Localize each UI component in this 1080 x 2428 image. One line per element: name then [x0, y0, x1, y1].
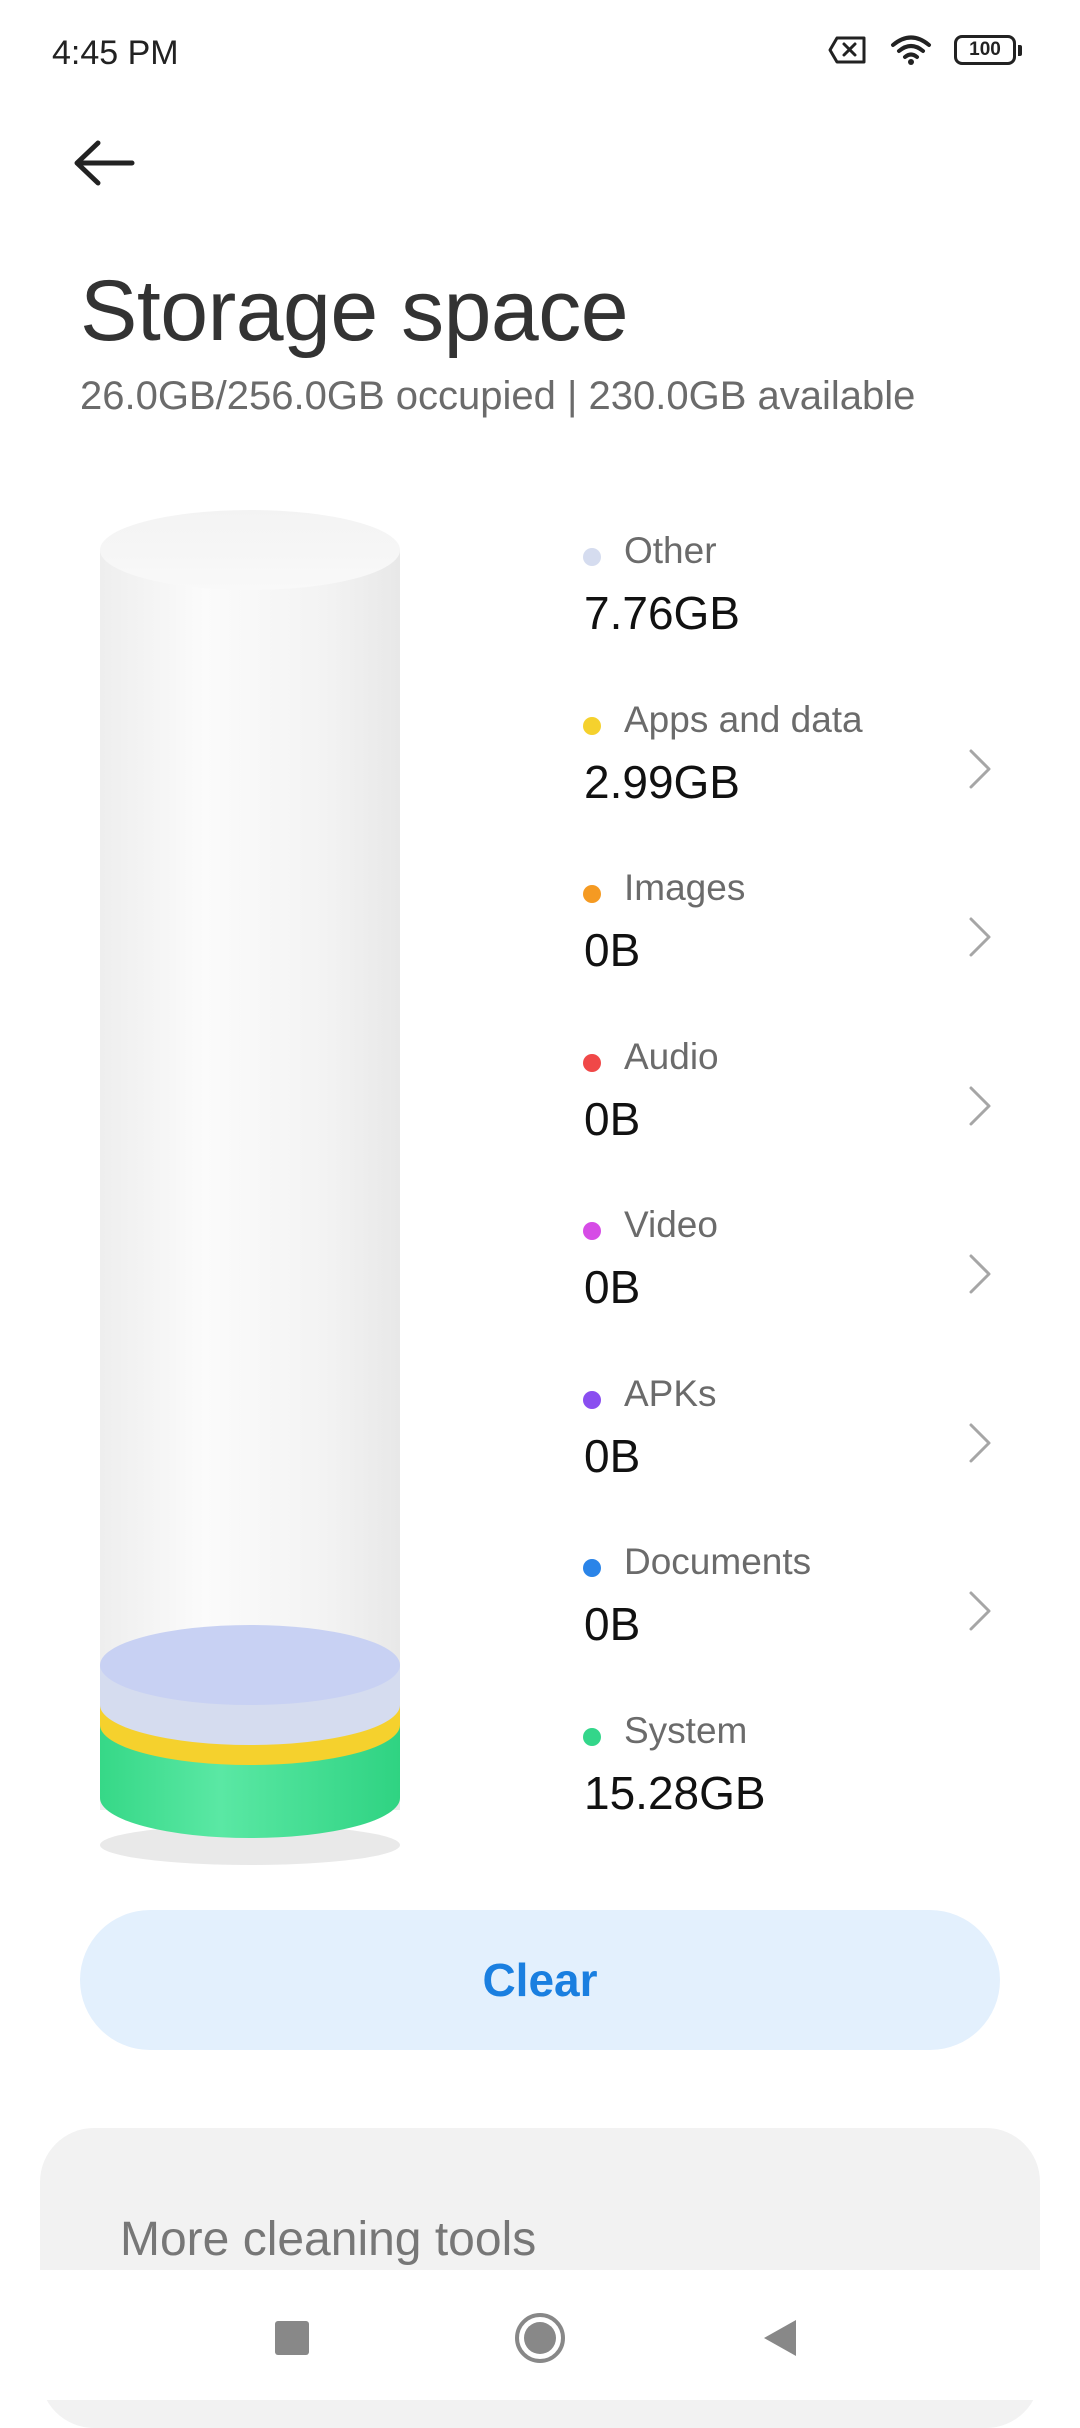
legend-value: 0B [584, 1429, 641, 1482]
sim-off-icon [828, 35, 868, 65]
legend-value: 0B [584, 1261, 641, 1313]
audio-dot [583, 1053, 601, 1072]
back-icon [762, 2318, 798, 2363]
legend-value: 0B [584, 924, 641, 976]
legend-value: 0B [584, 1598, 641, 1650]
navigation-bar [0, 2270, 1080, 2400]
legend-label: Apps and data [624, 698, 863, 740]
documents-dot [583, 1559, 601, 1577]
home-button[interactable] [500, 2300, 580, 2380]
legend-item-video[interactable]: Video 0B [580, 1204, 1000, 1373]
legend-value: 2.99GB [584, 755, 740, 808]
clear-button[interactable]: Clear [80, 1910, 1000, 2050]
apks-dot [583, 1390, 601, 1409]
home-icon [514, 2312, 566, 2369]
legend-label: Documents [624, 1541, 812, 1582]
legend-label: Images [624, 867, 746, 908]
chevron-right-icon[interactable] [960, 739, 1000, 799]
chevron-right-icon[interactable] [960, 907, 1000, 967]
apps-dot [583, 716, 601, 735]
battery-level: 100 [969, 39, 1001, 60]
chevron-right-icon[interactable] [960, 1581, 1000, 1641]
recents-button[interactable] [252, 2300, 332, 2380]
legend-label: APKs [624, 1372, 717, 1414]
video-dot [583, 1222, 601, 1240]
images-dot [583, 885, 601, 903]
back-nav-button[interactable] [740, 2300, 820, 2380]
legend-value: 0B [584, 1092, 641, 1145]
recents-icon [274, 2320, 310, 2361]
wifi-icon [890, 34, 932, 66]
legend-item-images[interactable]: Images 0B [580, 867, 1000, 1036]
legend-value: 15.28GB [584, 1766, 766, 1819]
legend-item-documents[interactable]: Documents 0B [580, 1541, 1000, 1710]
other-dot [583, 548, 601, 566]
battery-icon: 100 [954, 35, 1022, 65]
back-button[interactable] [72, 130, 162, 200]
legend-item-other: Other 7.76GB [580, 530, 1000, 699]
arrow-left-icon [72, 140, 136, 191]
status-time: 4:45 PM [52, 34, 179, 72]
legend-item-audio[interactable]: Audio 0B [580, 1036, 1000, 1205]
legend-item-system: System 15.28GB [580, 1710, 1000, 1879]
status-icons: 100 [828, 34, 1022, 66]
storage-summary: 26.0GB/256.0GB occupied | 230.0GB availa… [80, 374, 916, 418]
chevron-right-icon[interactable] [960, 1244, 1000, 1304]
more-cleaning-tools-title: More cleaning tools [120, 2213, 537, 2266]
status-bar: 4:45 PM 100 [0, 0, 1080, 110]
chevron-right-icon[interactable] [960, 1076, 1000, 1136]
legend-label: System [624, 1709, 748, 1751]
legend-label: Other [624, 530, 717, 571]
legend-value: 7.76GB [584, 587, 740, 639]
system-dot [583, 1727, 601, 1746]
legend-label: Video [624, 1204, 718, 1245]
storage-cylinder [80, 510, 420, 1870]
storage-legend: Other 7.76GB Apps and data 2.99GB Images… [580, 530, 1000, 1878]
legend-item-apks[interactable]: APKs 0B [580, 1373, 1000, 1542]
chevron-right-icon[interactable] [960, 1413, 1000, 1473]
page-title: Storage space [80, 263, 629, 359]
legend-label: Audio [624, 1035, 719, 1077]
legend-item-apps-and-data[interactable]: Apps and data 2.99GB [580, 699, 1000, 868]
